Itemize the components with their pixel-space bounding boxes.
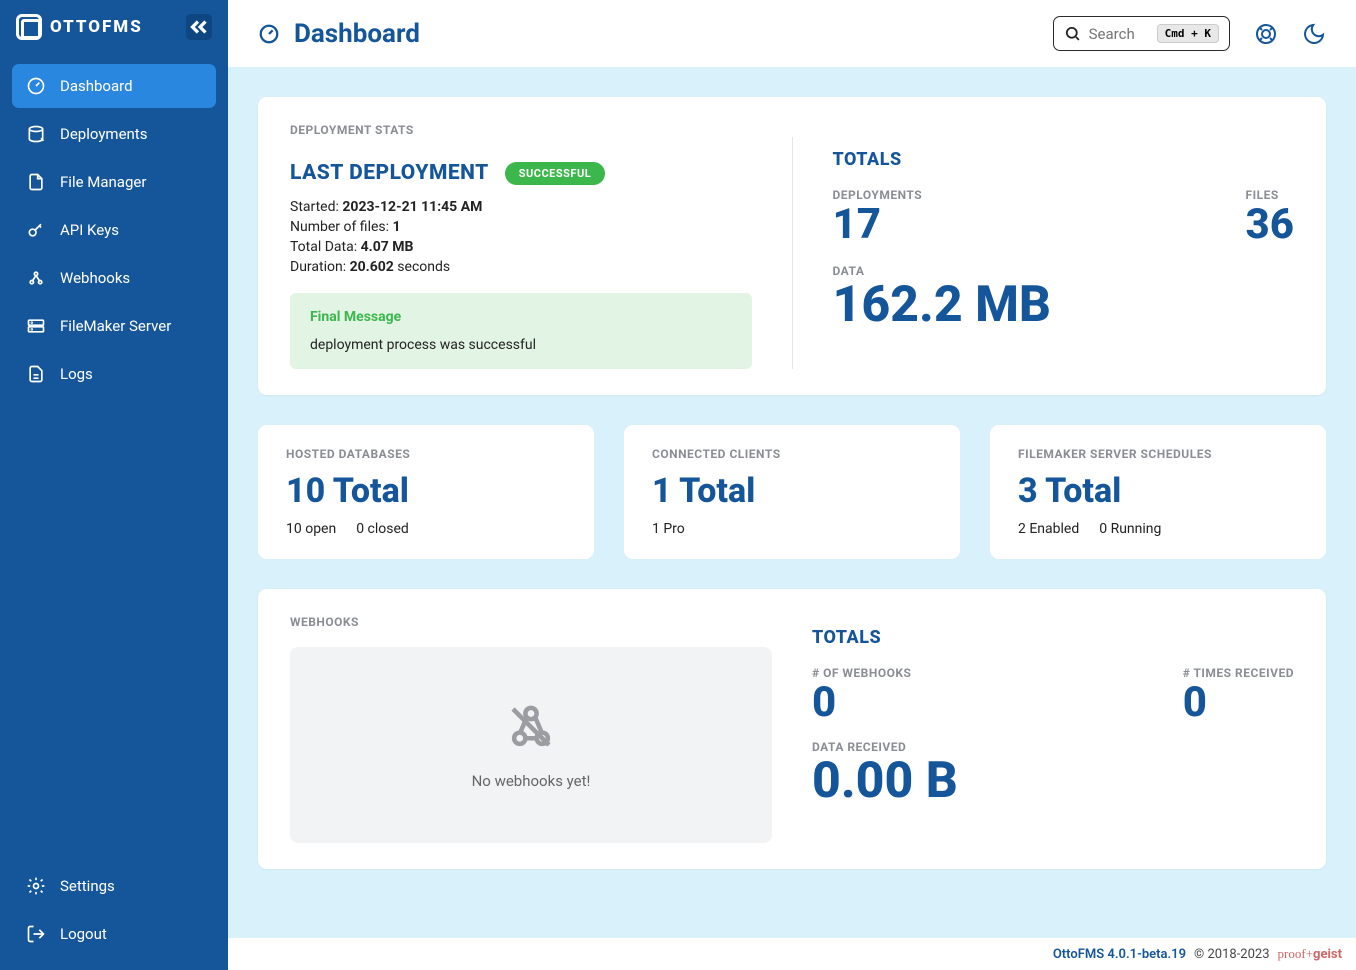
webhooks-totals-panel: TOTALS # OF WEBHOOKS 0 # TIMES RECEIVED … <box>812 615 1294 843</box>
section-label: WEBHOOKS <box>290 615 772 629</box>
webhooks-empty-state: No webhooks yet! <box>290 647 772 843</box>
webhooks-card: WEBHOOKS No webhooks yet! TOTALS # OF WE… <box>258 589 1326 869</box>
totals-title: TOTALS <box>833 149 1295 170</box>
total-webhook-count: # OF WEBHOOKS 0 <box>812 666 911 726</box>
app-name: OTTOFMS <box>50 17 143 37</box>
stats-row: HOSTED DATABASES 10 Total 10 open0 close… <box>258 425 1326 559</box>
gauge-icon <box>258 23 280 45</box>
sidebar-header: OTTOFMS <box>12 14 216 40</box>
stat-duration: Duration: 20.602 seconds <box>290 259 752 275</box>
footer-version[interactable]: OttoFMS 4.0.1-beta.19 <box>1053 947 1186 962</box>
search-box[interactable]: Cmd + K <box>1053 16 1230 51</box>
total-deployments: DEPLOYMENTS 17 <box>833 188 923 248</box>
theme-toggle-button[interactable] <box>1302 22 1326 46</box>
last-deployment-title: LAST DEPLOYMENT <box>290 161 489 185</box>
app-logo: OTTOFMS <box>16 14 143 40</box>
footer-copyright: © 2018-2023 <box>1194 947 1269 962</box>
header: Dashboard Cmd + K <box>228 0 1356 67</box>
search-icon <box>1064 25 1081 42</box>
status-badge: SUCCESSFUL <box>505 162 605 185</box>
section-label: DEPLOYMENT STATS <box>290 123 1294 137</box>
footer: OttoFMS 4.0.1-beta.19 © 2018-2023 proof+… <box>228 938 1356 970</box>
sidebar-item-label: File Manager <box>60 173 146 191</box>
logs-icon <box>26 364 46 384</box>
deployment-totals-panel: TOTALS DEPLOYMENTS 17 FILES 36 DATA 162.… <box>792 137 1295 369</box>
search-kbd: Cmd + K <box>1157 24 1219 43</box>
chevron-double-left-icon <box>186 14 212 40</box>
sidebar-item-file-manager[interactable]: File Manager <box>12 160 216 204</box>
sidebar-item-label: API Keys <box>60 221 119 239</box>
totals-title: TOTALS <box>812 627 1294 648</box>
webhook-off-icon <box>504 700 558 754</box>
sidebar-item-label: FileMaker Server <box>60 317 171 335</box>
page-title: Dashboard <box>294 19 420 49</box>
server-icon <box>26 316 46 336</box>
sidebar-item-webhooks[interactable]: Webhooks <box>12 256 216 300</box>
stat-files: Number of files: 1 <box>290 219 752 235</box>
database-icon <box>26 124 46 144</box>
sidebar-item-label: Deployments <box>60 125 147 143</box>
sidebar-item-label: Webhooks <box>60 269 130 287</box>
final-message-box: Final Message deployment process was suc… <box>290 293 752 369</box>
stat-data: Total Data: 4.07 MB <box>290 239 752 255</box>
file-icon <box>26 172 46 192</box>
connected-clients-card: CONNECTED CLIENTS 1 Total 1 Pro <box>624 425 960 559</box>
total-files: FILES 36 <box>1246 188 1294 248</box>
webhooks-empty-text: No webhooks yet! <box>472 772 591 790</box>
gauge-icon <box>26 76 46 96</box>
total-webhook-times: # TIMES RECEIVED 0 <box>1183 666 1294 726</box>
sidebar-item-label: Logs <box>60 365 93 383</box>
sidebar-item-logout[interactable]: Logout <box>12 912 216 956</box>
main-content: DEPLOYMENT STATS LAST DEPLOYMENT SUCCESS… <box>228 67 1356 970</box>
sidebar-item-dashboard[interactable]: Dashboard <box>12 64 216 108</box>
stat-started: Started: 2023-12-21 11:45 AM <box>290 199 752 215</box>
gear-icon <box>26 876 46 896</box>
header-right: Cmd + K <box>1053 16 1326 51</box>
sidebar-item-filemaker-server[interactable]: FileMaker Server <box>12 304 216 348</box>
sidebar-item-api-keys[interactable]: API Keys <box>12 208 216 252</box>
deployment-stats-card: DEPLOYMENT STATS LAST DEPLOYMENT SUCCESS… <box>258 97 1326 395</box>
sidebar-item-label: Settings <box>60 877 115 895</box>
sidebar-item-label: Dashboard <box>60 77 133 95</box>
total-webhook-data: DATA RECEIVED 0.00 B <box>812 740 1294 809</box>
footer-brand[interactable]: proof+geist <box>1278 946 1342 962</box>
sidebar-item-label: Logout <box>60 925 107 943</box>
search-input[interactable] <box>1089 25 1149 43</box>
help-button[interactable] <box>1254 22 1278 46</box>
sidebar-bottom: Settings Logout <box>12 864 216 956</box>
webhook-icon <box>26 268 46 288</box>
last-deployment-panel: LAST DEPLOYMENT SUCCESSFUL Started: 2023… <box>290 137 752 369</box>
final-message-title: Final Message <box>310 309 732 325</box>
sidebar-item-settings[interactable]: Settings <box>12 864 216 908</box>
collapse-sidebar-button[interactable] <box>186 14 212 40</box>
sidebar-item-deployments[interactable]: Deployments <box>12 112 216 156</box>
logout-icon <box>26 924 46 944</box>
key-icon <box>26 220 46 240</box>
schedules-card: FILEMAKER SERVER SCHEDULES 3 Total 2 Ena… <box>990 425 1326 559</box>
nav: Dashboard Deployments File Manager API K… <box>12 64 216 396</box>
total-data: DATA 162.2 MB <box>833 264 1295 333</box>
hosted-databases-card: HOSTED DATABASES 10 Total 10 open0 close… <box>258 425 594 559</box>
logo-icon <box>16 14 42 40</box>
sidebar-item-logs[interactable]: Logs <box>12 352 216 396</box>
header-left: Dashboard <box>258 19 420 49</box>
final-message-body: deployment process was successful <box>310 337 732 353</box>
sidebar: OTTOFMS Dashboard Deployments File Manag… <box>0 0 228 970</box>
